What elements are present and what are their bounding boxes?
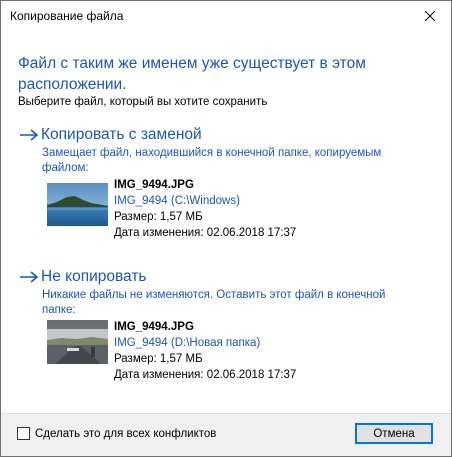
apply-to-all-checkbox-row[interactable]: Сделать это для всех конфликтов [17,427,216,440]
conflict-headline: Файл с таким же именем уже существует в … [18,55,366,93]
window-title: Копирование файла [10,9,124,23]
destination-file-details: IMG_9494.JPG IMG_9494 (D:\Новая папка) Р… [114,319,296,383]
skip-option[interactable]: Не копировать Никакие файлы не изменяютс… [18,267,438,381]
skip-option-description: Никакие файлы не изменяются. Оставить эт… [42,289,386,316]
apply-to-all-label[interactable]: Сделать это для всех конфликтов [35,428,216,440]
apply-to-all-checkbox[interactable] [17,427,30,440]
source-file-details: IMG_9494.JPG IMG_9494 (C:\Windows) Разме… [114,177,296,241]
source-file-info: IMG_9494.JPG IMG_9494 (C:\Windows) Разме… [47,177,296,241]
replace-option[interactable]: Копировать с заменой Замещает файл, нахо… [18,125,438,239]
source-file-thumbnail [47,183,108,226]
skip-option-header[interactable]: Не копировать [18,267,438,287]
destination-file-size: Размер: 1,57 МБ [114,353,203,365]
destination-file-info: IMG_9494.JPG IMG_9494 (D:\Новая папка) Р… [47,319,296,383]
arrow-right-icon [20,271,39,283]
destination-file-thumbnail [47,320,108,364]
source-file-name: IMG_9494.JPG [114,179,194,191]
source-file-size: Размер: 1,57 МБ [114,211,203,223]
dialog-footer: Сделать это для всех конфликтов Отмена [1,413,451,456]
copy-file-dialog: Копирование файла Файл с таким же именем… [0,0,452,457]
destination-file-location[interactable]: IMG_9494 (D:\Новая папка) [114,335,296,351]
close-icon [425,11,435,21]
destination-file-name: IMG_9494.JPG [114,321,194,333]
replace-option-header[interactable]: Копировать с заменой [18,125,438,145]
cancel-button[interactable]: Отмена [355,423,433,444]
source-file-location[interactable]: IMG_9494 (C:\Windows) [114,193,296,209]
replace-option-title[interactable]: Копировать с заменой [41,126,202,144]
skip-option-title[interactable]: Не копировать [41,268,147,286]
replace-option-description: Замещает файл, находившийся в конечной п… [42,147,382,174]
arrow-right-icon [20,129,39,141]
instruction-text: Выберите файл, который вы хотите сохрани… [18,96,268,108]
destination-file-modified: Дата изменения: 02.06.2018 17:37 [114,369,297,381]
source-file-modified: Дата изменения: 02.06.2018 17:37 [114,227,297,239]
close-button[interactable] [409,1,451,31]
title-bar: Копирование файла [1,1,451,31]
